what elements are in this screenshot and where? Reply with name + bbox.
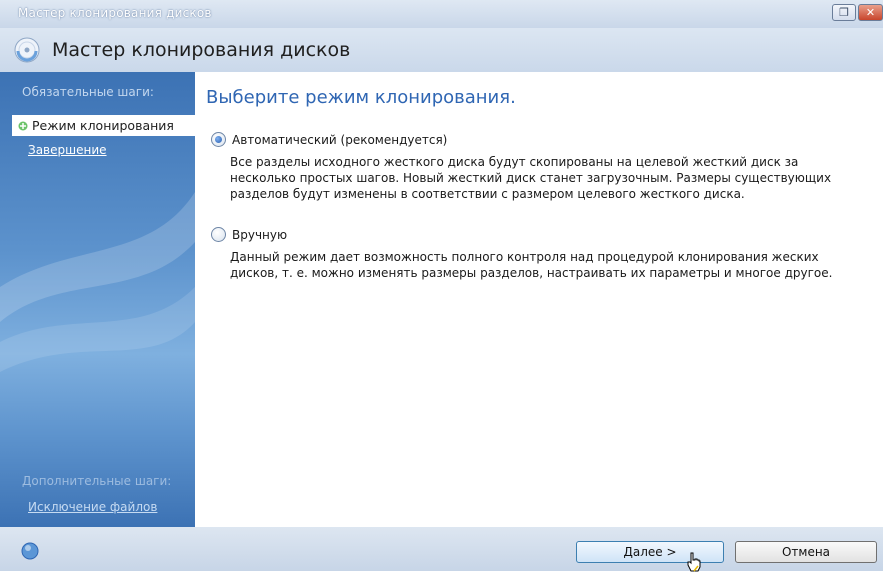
close-icon: ✕ [865, 6, 876, 19]
disk-clone-icon [14, 37, 40, 63]
manual-mode-description: Данный режим дает возможность полного ко… [230, 250, 833, 280]
restore-icon: ❐ [839, 6, 849, 19]
auto-mode-label[interactable]: Автоматический (рекомендуется) [232, 133, 447, 147]
wizard-header: Мастер клонирования дисков [0, 28, 883, 72]
help-icon[interactable] [21, 542, 39, 560]
auto-mode-option[interactable]: Автоматический (рекомендуется) [211, 132, 447, 147]
wizard-footer: Далее > Отмена [0, 527, 883, 572]
page-heading: Выберите режим клонирования. [206, 87, 516, 108]
manual-mode-label[interactable]: Вручную [232, 228, 287, 242]
cancel-button[interactable]: Отмена [735, 541, 877, 563]
title-bar[interactable]: Мастер клонирования дисков ❐ ✕ [0, 0, 883, 28]
main-content: Выберите режим клонирования. Автоматичес… [195, 72, 883, 527]
required-steps-label: Обязательные шаги: [22, 85, 154, 99]
radio-selected-dot [215, 136, 222, 143]
sidebar-item-exclude-files[interactable]: Исключение файлов [28, 500, 157, 514]
sidebar-item-finish[interactable]: Завершение [28, 143, 107, 157]
current-step-icon [18, 121, 28, 130]
sidebar-background-swirl [0, 192, 195, 372]
titlebar-text: Мастер клонирования дисков [18, 6, 212, 20]
auto-mode-description: Все разделы исходного жесткого диска буд… [230, 155, 832, 201]
wizard-window: Мастер клонирования дисков ❐ ✕ Мастер кл… [0, 0, 883, 572]
steps-sidebar: Обязательные шаги: Режим клонирования За… [0, 72, 195, 527]
close-button[interactable]: ✕ [858, 4, 883, 21]
sidebar-item-clone-mode[interactable]: Режим клонирования [12, 115, 195, 136]
manual-mode-option[interactable]: Вручную [211, 227, 287, 242]
hand-cursor-icon [687, 552, 701, 572]
sidebar-item-label: Режим клонирования [32, 118, 174, 133]
auto-mode-radio[interactable] [211, 132, 226, 147]
manual-mode-radio[interactable] [211, 227, 226, 242]
wizard-title: Мастер клонирования дисков [52, 39, 351, 61]
optional-steps-label: Дополнительные шаги: [22, 474, 172, 488]
restore-button[interactable]: ❐ [832, 4, 856, 21]
